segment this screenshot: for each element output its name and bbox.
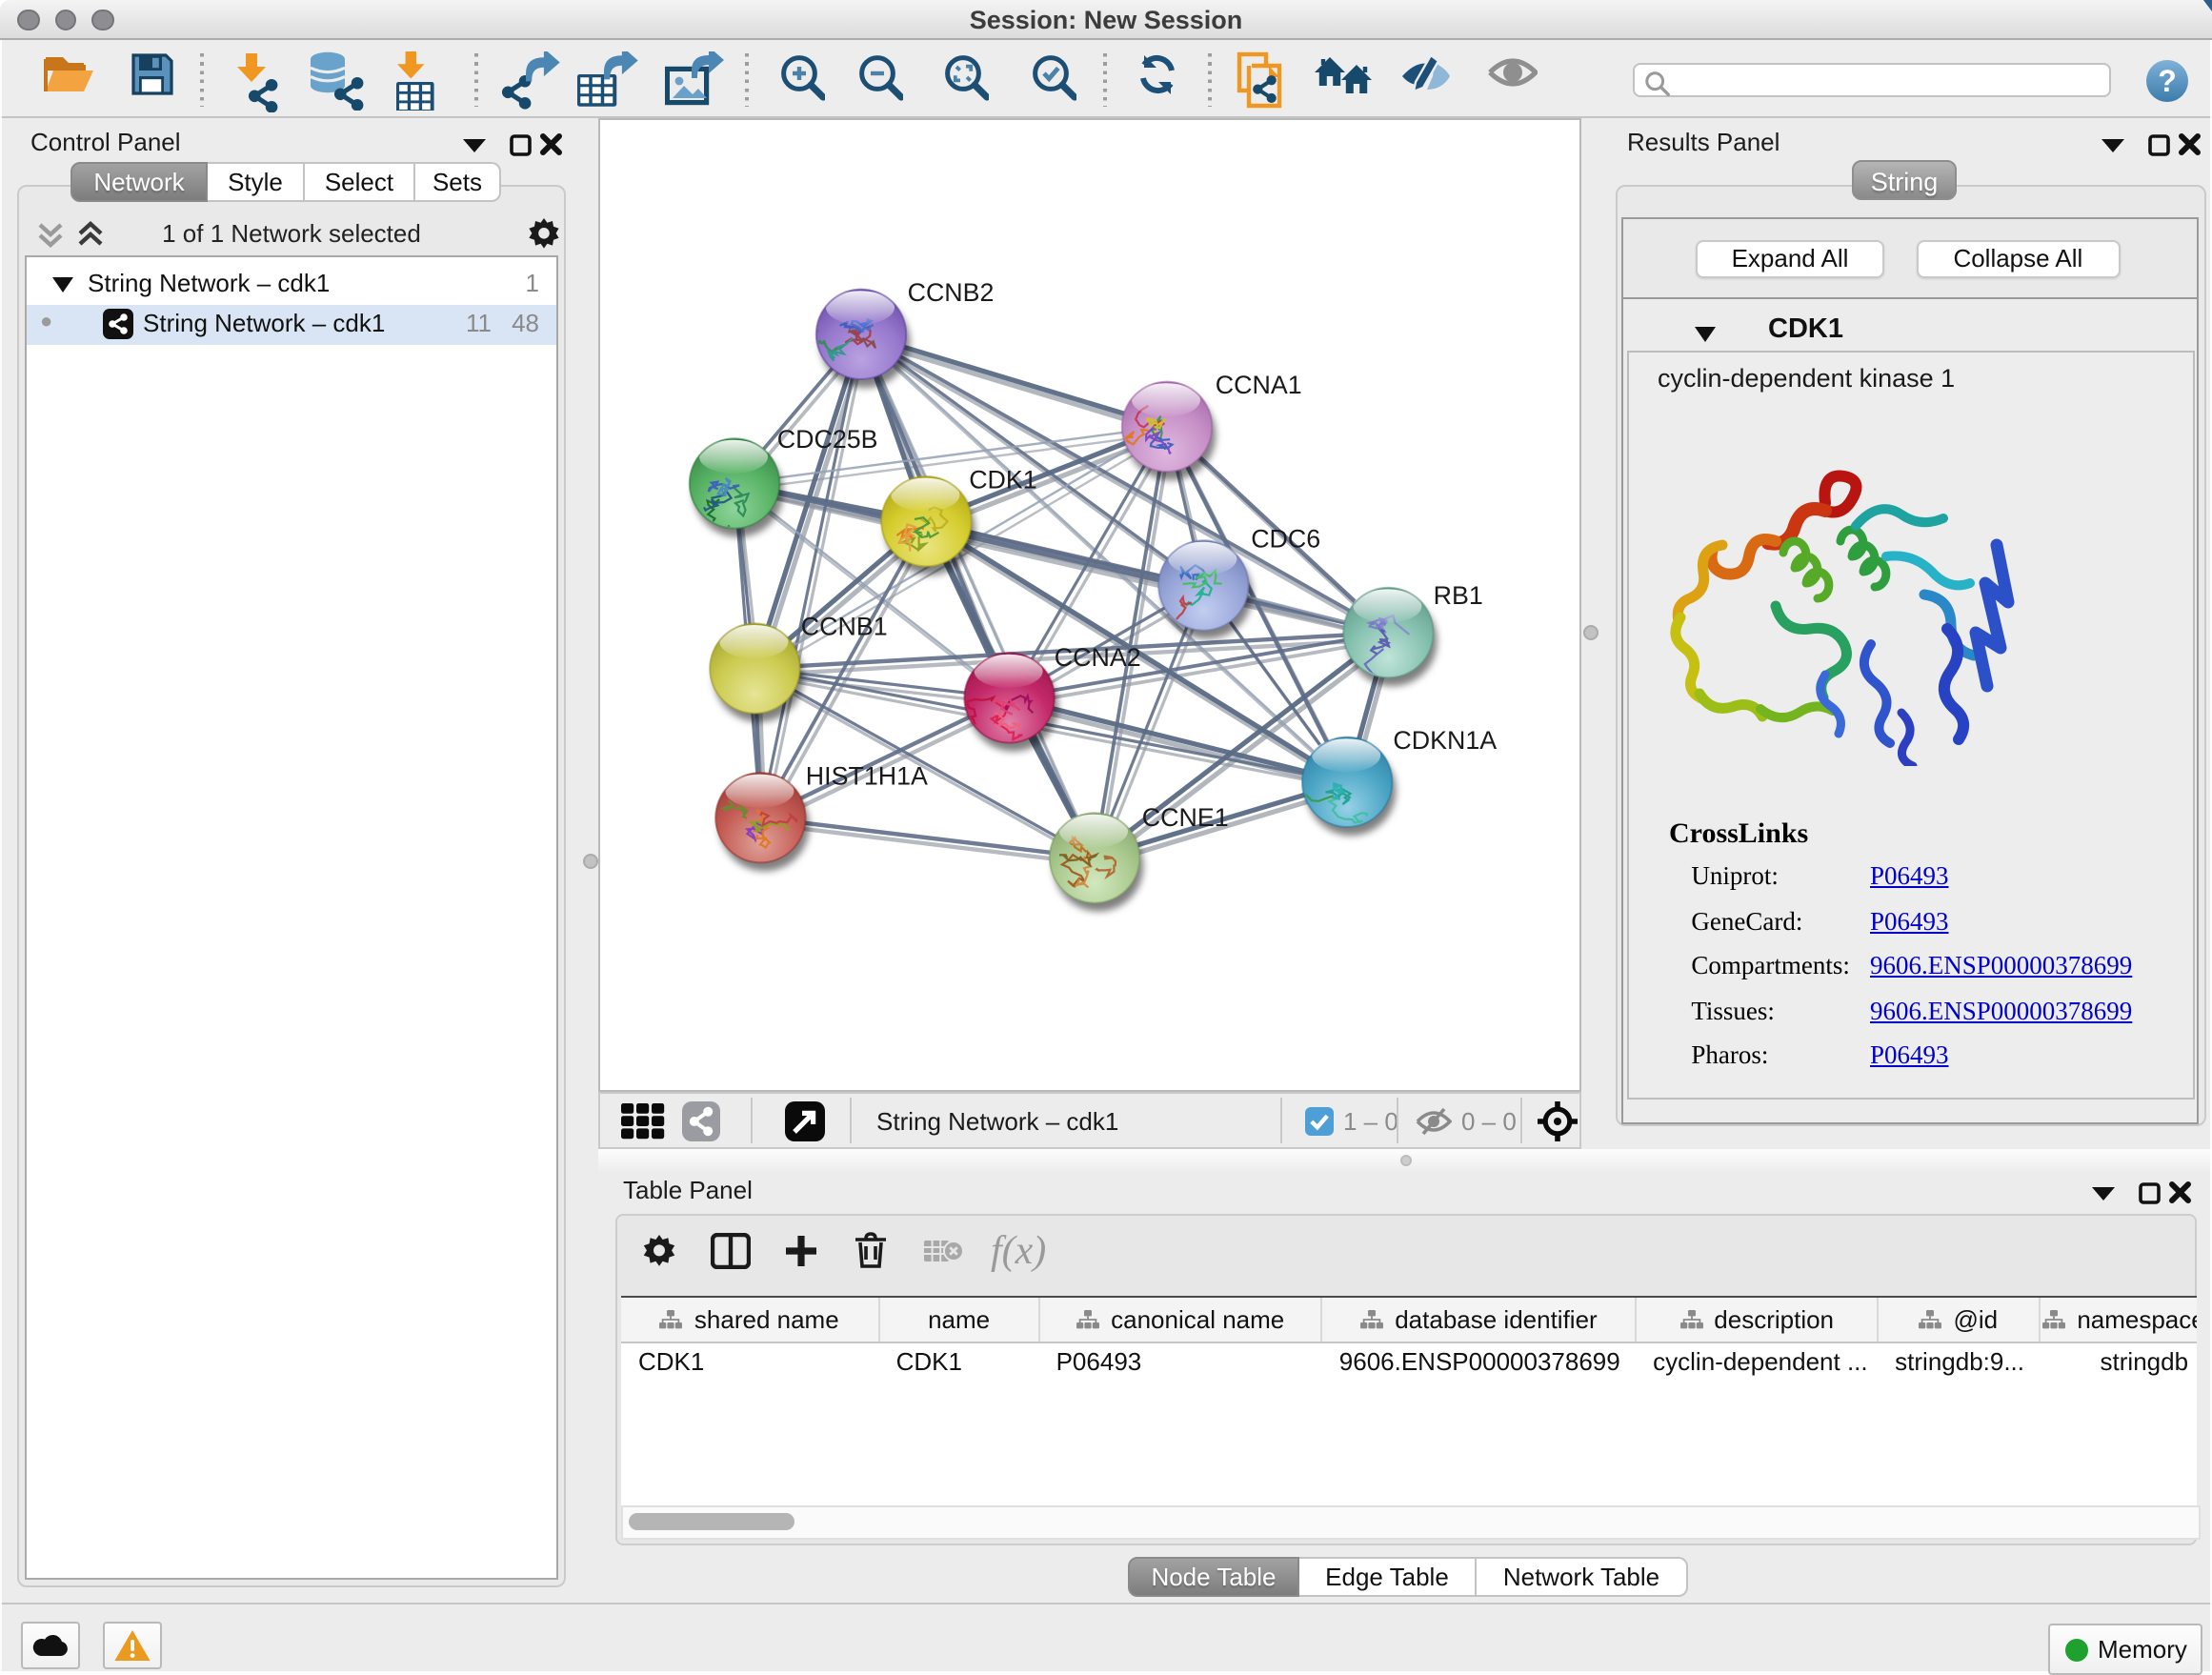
svg-text:CCNB1: CCNB1 [801,613,888,641]
svg-text:CDC25B: CDC25B [777,425,878,454]
svg-text:CDKN1A: CDKN1A [1393,726,1497,755]
svg-text:CDK1: CDK1 [969,465,1036,494]
svg-text:CCNE1: CCNE1 [1142,803,1229,832]
svg-text:CCNA2: CCNA2 [1055,643,1141,672]
svg-text:CDC6: CDC6 [1251,525,1320,554]
svg-text:CCNA1: CCNA1 [1216,371,1302,399]
svg-text:RB1: RB1 [1434,581,1483,610]
svg-text:HIST1H1A: HIST1H1A [806,761,928,790]
svg-text:CCNB2: CCNB2 [908,278,995,307]
svg-text:?: ? [2158,64,2177,98]
